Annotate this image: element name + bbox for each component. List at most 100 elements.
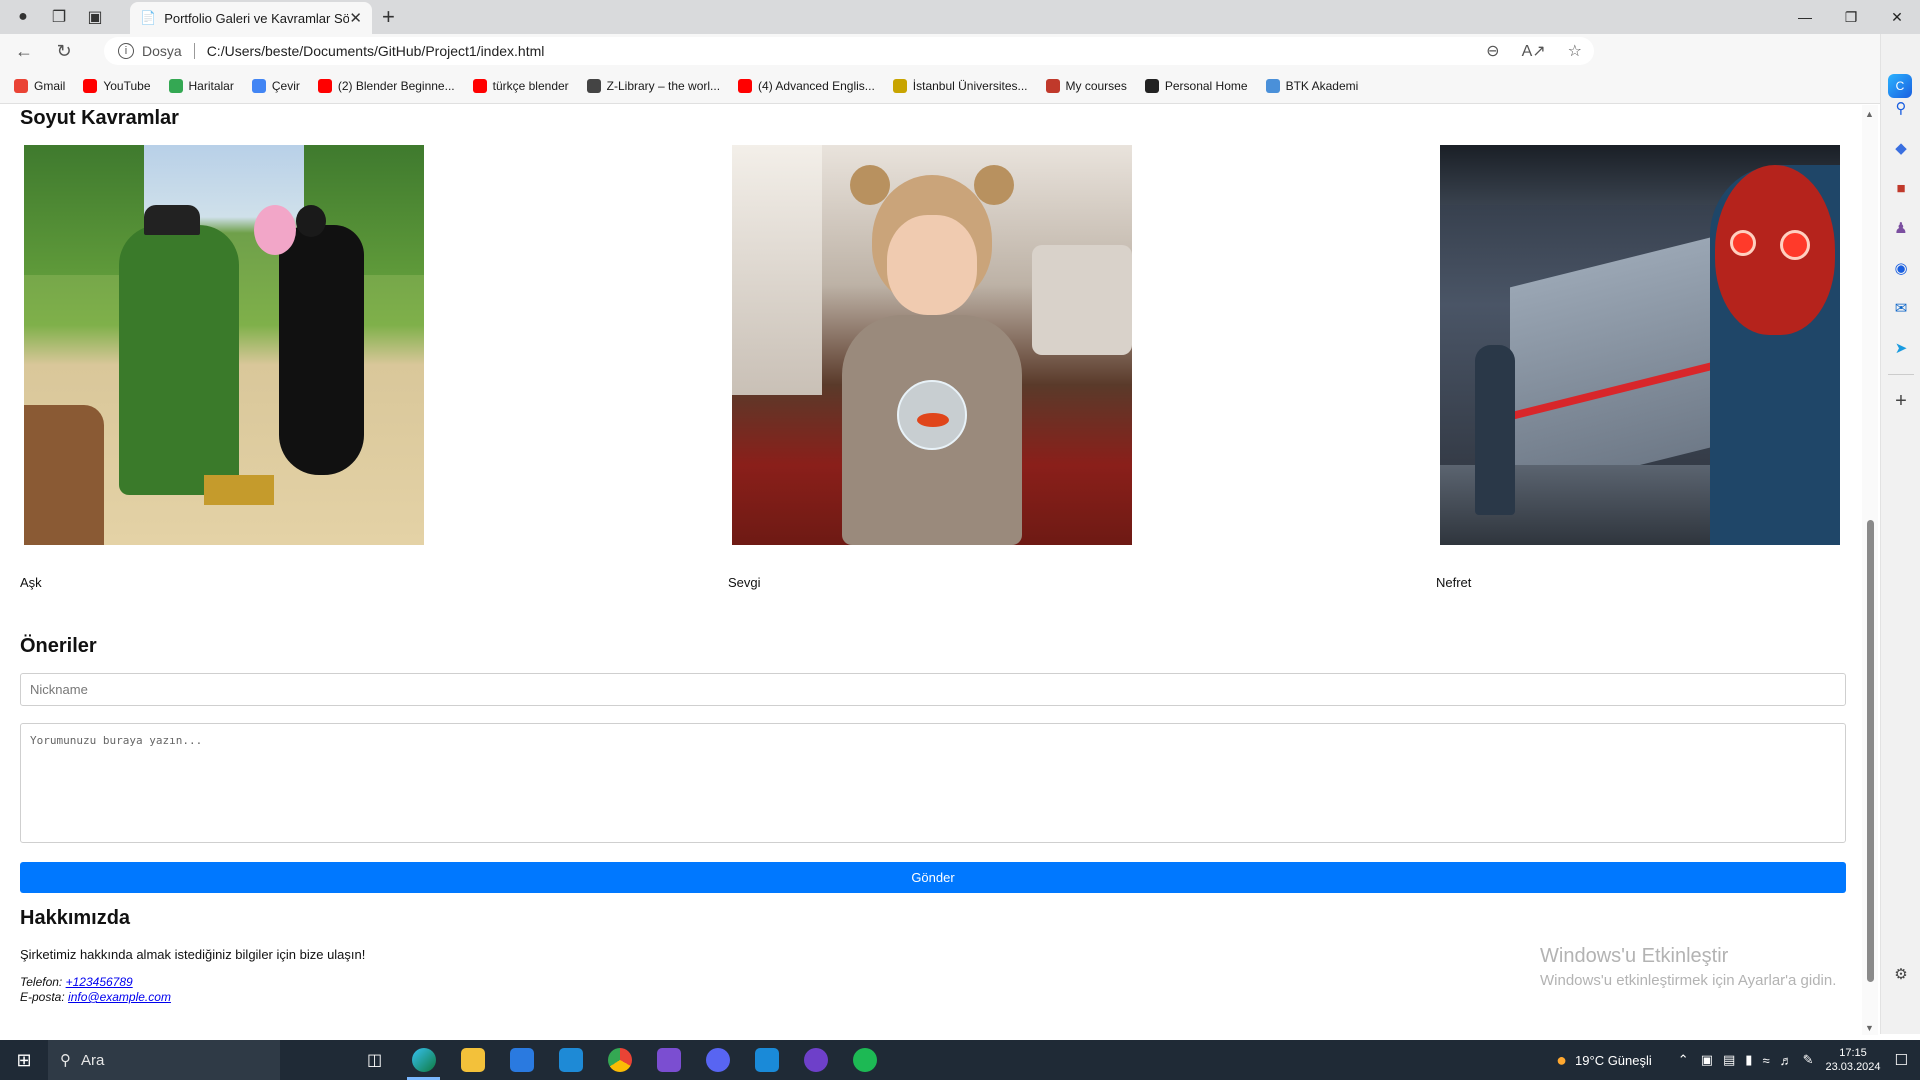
github-desktop-icon[interactable] xyxy=(791,1040,840,1080)
volume-icon[interactable]: ♬ xyxy=(1780,1053,1793,1068)
bookmark-label: Z-Library – the worl... xyxy=(606,78,721,93)
page-scrollbar[interactable]: ▲ ▼ xyxy=(1862,105,1878,1035)
concepts-heading: Soyut Kavramlar xyxy=(20,107,179,129)
refresh-icon[interactable]: ↻ xyxy=(48,41,80,62)
bookmark-item[interactable]: İstanbul Üniversites... xyxy=(892,78,1028,93)
shopping-icon[interactable]: ◆ xyxy=(1881,128,1920,168)
chrome-app-icon[interactable] xyxy=(595,1040,644,1080)
read-aloud-icon[interactable]: A↗ xyxy=(1522,41,1546,61)
close-tab-icon[interactable]: ✕ xyxy=(349,9,362,27)
windows-start-icon[interactable]: ⊞ xyxy=(0,1050,48,1071)
bookmark-favicon-icon xyxy=(14,78,28,93)
clock-date: 23.03.2024 xyxy=(1825,1061,1881,1073)
bookmark-favicon-icon xyxy=(472,78,487,93)
search-icon[interactable]: ⚲ xyxy=(1881,88,1920,128)
file-explorer-icon[interactable] xyxy=(448,1040,497,1080)
watermark-title: Windows'u Etkinleştir xyxy=(1540,945,1729,967)
bookmark-favicon-icon xyxy=(1265,78,1280,93)
gallery-image-nefret[interactable] xyxy=(1440,145,1840,545)
discord-app-icon[interactable] xyxy=(693,1040,742,1080)
hat-shape xyxy=(144,205,200,235)
gallery-card-nefret: Nefret xyxy=(1436,145,1846,590)
bookmark-label: YouTube xyxy=(103,78,151,93)
pen-icon[interactable]: ✎ xyxy=(1803,1052,1814,1068)
bookmark-item[interactable]: (4) Advanced Englis... xyxy=(738,78,875,93)
task-view-icon[interactable]: ◫ xyxy=(350,1040,399,1080)
gallery-image-ask[interactable] xyxy=(24,145,424,545)
active-tab[interactable]: 📄 Portfolio Galeri ve Kavramlar Sö ✕ xyxy=(130,2,372,34)
games-icon[interactable]: ♟ xyxy=(1881,208,1920,248)
gallery-card-ask: Aşk xyxy=(20,145,430,590)
gallery-card-sevgi: Sevgi xyxy=(728,145,1138,590)
close-window-icon[interactable]: ✕ xyxy=(1874,0,1920,34)
weather-text[interactable]: 19°C Güneşli xyxy=(1575,1053,1652,1068)
outlook-icon[interactable]: ✉ xyxy=(1881,288,1920,328)
visual-studio-icon[interactable] xyxy=(644,1040,693,1080)
bookmark-item[interactable]: Çevir xyxy=(251,78,300,93)
bookmark-label: Haritalar xyxy=(188,78,234,93)
scroll-down-icon[interactable]: ▼ xyxy=(1865,1023,1874,1033)
taskbar-search[interactable]: ⚲ Ara xyxy=(48,1040,280,1080)
send-button[interactable]: Gönder xyxy=(20,862,1846,893)
scroll-up-icon[interactable]: ▲ xyxy=(1865,109,1874,119)
bookmarks-bar: Gmail YouTube Haritalar Çevir (2) Blender Be… xyxy=(0,68,1880,104)
comment-placeholder: Yorumunuzu buraya yazın... xyxy=(30,734,203,747)
tab-actions-icon[interactable]: ▣ xyxy=(82,4,108,30)
email-link[interactable]: info@example.com xyxy=(68,990,171,1004)
workspaces-icon[interactable]: ❐ xyxy=(46,4,72,30)
comment-textarea[interactable]: Yorumunuzu buraya yazın... xyxy=(20,723,1846,843)
tray-app-icon[interactable]: ▣ xyxy=(1701,1052,1713,1068)
scrollbar-thumb[interactable] xyxy=(1867,520,1874,982)
system-tray: ● 19°C Güneşli ⌃ ▣ ▤ ▮ ≈ ♬ ✎ 17:15 23.03… xyxy=(1556,1040,1920,1080)
nickname-input[interactable]: Nickname xyxy=(20,673,1846,706)
bookmark-item[interactable]: My courses xyxy=(1045,78,1127,93)
taskbar-clock[interactable]: 17:15 23.03.2024 xyxy=(1825,1046,1880,1074)
profile-icon[interactable]: ● xyxy=(10,4,36,30)
edge-sidebar: C ⚲ ◆ ■ ♟ ◉ ✉ ➤ + ⚙ xyxy=(1880,34,1920,1034)
taskbar-search-label: Ara xyxy=(81,1051,105,1069)
bookmark-item[interactable]: Personal Home xyxy=(1144,78,1248,93)
add-icon[interactable]: + xyxy=(1881,381,1920,421)
favorite-star-icon[interactable]: ☆ xyxy=(1568,41,1582,61)
bookmark-item[interactable]: (2) Blender Beginne... xyxy=(317,78,455,93)
bookmark-item[interactable]: Haritalar xyxy=(168,78,234,93)
phone-link[interactable]: +123456789 xyxy=(66,975,133,989)
vscode-app-icon[interactable] xyxy=(742,1040,791,1080)
bookmark-item[interactable]: Gmail xyxy=(14,78,65,93)
tools-icon[interactable]: ■ xyxy=(1881,168,1920,208)
address-scheme-label: Dosya xyxy=(142,43,182,59)
tray-chevron-icon[interactable]: ⌃ xyxy=(1678,1052,1689,1068)
tray-display-icon[interactable]: ▤ xyxy=(1723,1052,1735,1068)
mail-app-icon[interactable] xyxy=(546,1040,595,1080)
gallery-image-sevgi[interactable] xyxy=(732,145,1132,545)
bookmark-favicon-icon xyxy=(251,78,266,93)
bookmark-item[interactable]: Z-Library – the worl... xyxy=(586,78,721,93)
minimize-icon[interactable]: — xyxy=(1782,0,1828,34)
hair-bun-left xyxy=(850,165,890,205)
activation-watermark: Windows'u Etkinleştir Windows'u etkinleş… xyxy=(1540,945,1836,989)
address-url[interactable]: C:/Users/beste/Documents/GitHub/Project1… xyxy=(207,43,545,59)
bookmark-item[interactable]: BTK Akademi xyxy=(1265,78,1358,93)
phone-label: Telefon: xyxy=(20,975,63,989)
send-icon[interactable]: ➤ xyxy=(1881,328,1920,368)
microsoft-365-icon[interactable]: ◉ xyxy=(1881,248,1920,288)
edge-app-icon[interactable] xyxy=(399,1040,448,1080)
restore-icon[interactable]: ❐ xyxy=(1828,0,1874,34)
back-icon[interactable]: ← xyxy=(8,41,40,62)
spotify-app-icon[interactable] xyxy=(840,1040,889,1080)
search-icon: ⚲ xyxy=(60,1052,71,1069)
contact-info: Telefon: +123456789 E-posta: info@exampl… xyxy=(20,975,171,1005)
send-button-label: Gönder xyxy=(911,870,955,885)
bookmark-item[interactable]: YouTube xyxy=(83,78,151,93)
store-app-icon[interactable] xyxy=(497,1040,546,1080)
wifi-icon[interactable]: ≈ xyxy=(1762,1053,1769,1068)
new-tab-icon[interactable]: + xyxy=(382,4,395,30)
info-icon[interactable]: i xyxy=(118,43,134,59)
settings-gear-icon[interactable]: ⚙ xyxy=(1881,954,1920,994)
address-bar[interactable]: i Dosya C:/Users/beste/Documents/GitHub/… xyxy=(104,37,1594,65)
bookmark-item[interactable]: türkçe blender xyxy=(472,78,569,93)
weather-icon[interactable]: ● xyxy=(1556,1050,1567,1071)
battery-icon[interactable]: ▮ xyxy=(1745,1052,1752,1068)
notifications-icon[interactable]: ☐ xyxy=(1895,1051,1908,1069)
zoom-icon[interactable]: ⊖ xyxy=(1486,41,1499,61)
